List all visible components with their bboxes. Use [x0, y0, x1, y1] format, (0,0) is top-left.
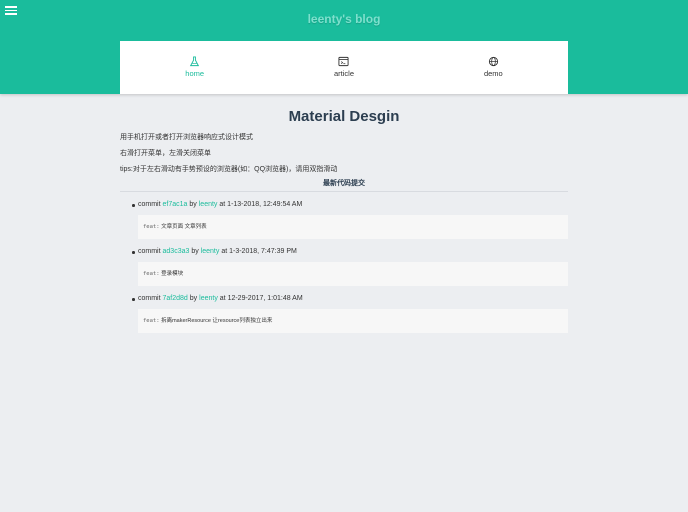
nav-item-label: article [333, 69, 354, 78]
commit-message-text: 登录模块 [161, 271, 184, 277]
commit-type: feat: [143, 271, 160, 277]
commit-list: commit ef7ac1a by leenty at 1-13-2018, 1… [120, 198, 568, 333]
globe-icon [488, 56, 498, 67]
commit-message: feat: 文章页面 文章列表 [138, 215, 568, 239]
top-nav: home article demo [120, 41, 568, 94]
commit-time: at 12-29-2017, 1:01:48 AM [219, 295, 303, 302]
commit-summary: commit ad3c3a3 by leenty at 1-3-2018, 7:… [120, 245, 568, 259]
commits-section-title: 最新代码提交 [120, 178, 568, 192]
list-item: commit ef7ac1a by leenty at 1-13-2018, 1… [120, 198, 568, 239]
list-item: commit 7af2d8d by leenty at 12-29-2017, … [120, 292, 568, 333]
commit-type: feat: [143, 318, 160, 324]
browser-window-icon [338, 56, 350, 67]
nav-item-label: home [185, 69, 205, 78]
nav-item-label: demo [483, 69, 503, 78]
commit-hash-link[interactable]: ef7ac1a [163, 201, 188, 208]
commit-time: at 1-3-2018, 7:47:39 PM [221, 248, 297, 255]
main-content: Material Desgin 用手机打开或者打开浏览器响应式设计模式 右滑打开… [120, 94, 568, 333]
commit-message: feat: 登录模块 [138, 262, 568, 286]
flask-icon [190, 56, 200, 67]
author-link[interactable]: leenty [201, 248, 220, 255]
commit-hash-link[interactable]: 7af2d8d [163, 295, 188, 302]
nav-item-home[interactable]: home [120, 41, 269, 94]
commit-summary: commit ef7ac1a by leenty at 1-13-2018, 1… [120, 198, 568, 212]
intro-paragraph: 用手机打开或者打开浏览器响应式设计模式 [120, 134, 253, 141]
commit-message: feat: 拆离makerResource 让resource列表独立出来 [138, 309, 568, 333]
commit-message-text: 文章页面 文章列表 [161, 224, 207, 230]
intro-paragraph: 右滑打开菜单，左滑关闭菜单 [120, 150, 211, 157]
nav-item-article[interactable]: article [269, 41, 418, 94]
nav-item-demo[interactable]: demo [419, 41, 568, 94]
list-item: commit ad3c3a3 by leenty at 1-3-2018, 7:… [120, 245, 568, 286]
site-title: leenty's blog [307, 12, 381, 26]
commit-hash-link[interactable]: ad3c3a3 [163, 248, 190, 255]
author-link[interactable]: leenty [199, 201, 218, 208]
commit-time: at 1-13-2018, 12:49:54 AM [219, 201, 303, 208]
commit-summary: commit 7af2d8d by leenty at 12-29-2017, … [120, 292, 568, 306]
commit-message-text: 拆离makerResource 让resource列表独立出来 [161, 318, 273, 324]
author-link[interactable]: leenty [199, 295, 218, 302]
commit-type: feat: [143, 224, 160, 230]
page-title: Material Desgin [288, 108, 400, 125]
